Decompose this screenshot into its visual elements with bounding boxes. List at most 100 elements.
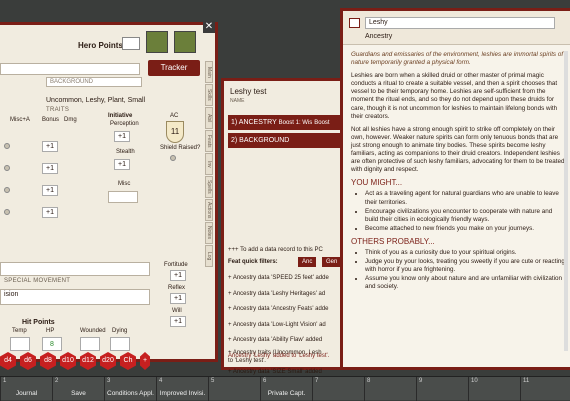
tab-main[interactable]: Main [205,61,213,83]
tab-log[interactable]: Log [205,245,213,267]
ancestry-paragraph: Leshies are born when a skilled druid or… [351,72,558,120]
movement-field[interactable] [0,262,150,276]
background-field[interactable]: BACKGROUND [46,77,142,87]
tab-abilities[interactable]: Abil [205,107,213,129]
list-item: Judge you by your looks, treating you sw… [365,258,566,274]
will-label: Will [172,308,182,314]
record-log: + Ancestry data 'SPEED 25 feet' adde + A… [228,271,342,380]
proficiency-dot[interactable] [4,143,10,149]
character-name-field[interactable] [0,63,140,75]
tab-skills[interactable]: Skills [205,84,213,106]
d8-die-icon[interactable]: d8 [40,352,56,370]
perception-label: Perception [110,121,139,127]
initiative-label: Initiative [108,113,133,119]
special-movement-label: SPECIAL MOVEMENT [4,278,71,284]
d10-die-icon[interactable]: d10 [60,352,76,370]
d4-die-icon[interactable]: d4 [0,352,16,370]
hotkey-slot[interactable]: 10 [468,377,520,401]
sheet-tab-strip: Main Skills Abil Feats Inv Spells Action… [205,61,219,341]
traits-value: Uncommon, Leshy, Plant, Small [46,97,146,104]
tracker-button[interactable]: Tracker [148,60,200,76]
proficiency-dot[interactable] [4,209,10,215]
record-name-label: NAME [230,98,245,104]
temp-hp-input[interactable] [10,337,30,351]
hero-points-label: Hero Points [78,41,123,50]
tab-spells[interactable]: Spells [205,176,213,198]
hotkey-slot[interactable]: 2 Save [52,377,104,401]
ancestry-window: Leshy Ancestry Guardians and emissaries … [340,8,570,370]
boost-1-label: Boost 1: Wis [278,120,313,126]
list-item: Think of you as a curiosity due to your … [365,249,566,257]
log-entry: + Ancestry data 'Low-Light Vision' ad [228,321,326,328]
hp-column-temp: Temp [12,328,27,334]
hotkey-slot[interactable]: 8 [364,377,416,401]
hotkey-slot[interactable]: 1 Journal [0,377,52,401]
ancestry-header: Leshy Ancestry [343,11,570,45]
hotkey-slot[interactable]: 4 Improved Invisi. [156,377,208,401]
stat-bonus[interactable]: +1 [42,141,58,152]
initiative-value[interactable]: +1 [114,131,130,142]
chat-die-icon[interactable]: Ch [120,352,136,370]
stealth-value[interactable]: +1 [114,159,130,170]
d20-die-icon[interactable]: d20 [100,352,116,370]
tab-ancestry[interactable]: 1) ANCESTRY Boost 1: Wis Boost [228,115,342,130]
hotkey-slot[interactable]: 9 [416,377,468,401]
ancestry-name-field[interactable]: Leshy [365,17,555,29]
hotkey-slot[interactable]: 6 Private Capt. [260,377,312,401]
filter-ancestry-button[interactable]: Anc [298,257,317,267]
log-entry: + Ancestry data 'SPEED 25 feet' adde [228,275,329,281]
proficiency-dot[interactable] [4,165,10,171]
ancestry-description: Guardians and emissaries of the environm… [351,51,566,296]
filter-general-button[interactable]: Gen [322,257,342,267]
senses-field[interactable]: ision [0,289,150,305]
reflex-value[interactable]: +1 [170,293,186,304]
list-item: Assume you know only about nature and ar… [365,275,566,291]
tab-notes[interactable]: Notes [205,222,213,244]
hotkey-slot[interactable]: 3 Conditions Appl. [104,377,156,401]
misc-field[interactable] [108,191,138,203]
fortitude-value[interactable]: +1 [170,270,186,281]
add-die-icon[interactable]: + [140,352,150,370]
stat-bonus[interactable]: +1 [42,163,58,174]
tab-feats[interactable]: Feats [205,130,213,152]
close-icon[interactable]: ✕ [203,21,215,33]
tab-actions[interactable]: Actions [205,199,213,221]
column-bonus: Bonus [42,117,60,123]
hotkey-bar: 1 Journal 2 Save 3 Conditions Appl. 4 Improv… [0,376,570,401]
stat-bonus[interactable]: +1 [42,185,58,196]
stat-bonus[interactable]: +1 [42,207,58,218]
hotkey-slot[interactable]: 7 [312,377,364,401]
proficiency-dot[interactable] [4,187,10,193]
shield-raised-toggle[interactable] [170,155,176,161]
ancestry-paragraph: Not all leshies have a strong enough spi… [351,125,565,174]
you-might-list: Act as a traveling agent for natural gua… [351,190,566,232]
ancestry-subtitle: Ancestry [365,33,393,40]
hp-input[interactable]: 8 [42,337,62,351]
hotkey-slot[interactable]: 5 [208,377,260,401]
d12-die-icon[interactable]: d12 [80,352,96,370]
column-dmg: Dmg [64,117,77,123]
d6-die-icon[interactable]: d6 [20,352,36,370]
list-item: Encourage civilizations you encounter to… [365,208,566,224]
token-image[interactable] [174,31,196,53]
reflex-label: Reflex [168,285,186,291]
you-might-heading: YOU MIGHT... [351,178,403,188]
tab-inventory[interactable]: Inv [205,153,213,175]
fortitude-label: Fortitude [164,262,188,268]
portrait-image[interactable] [146,31,168,53]
record-title[interactable]: Leshy test [230,87,266,96]
hp-column-hp: HP [46,328,55,334]
boost-2-label: Boost [314,120,330,126]
will-value[interactable]: +1 [170,316,186,327]
feat-header: +++ To add a data record to this PC [228,247,323,253]
wounded-input[interactable] [80,337,100,351]
ac-shield-icon[interactable]: 11 [166,121,184,143]
hp-column-wounded: Wounded [80,328,106,334]
character-sheet-window: ✕ Hero Points Tracker BACKGROUND Uncommo… [0,21,219,362]
scrollbar[interactable] [564,51,568,351]
hotkey-slot[interactable]: 11 [520,377,570,401]
record-link-icon[interactable] [349,18,360,28]
hero-points-input[interactable] [122,37,140,50]
tab-background[interactable]: 2) BACKGROUND [228,133,342,148]
dying-input[interactable] [110,337,130,351]
